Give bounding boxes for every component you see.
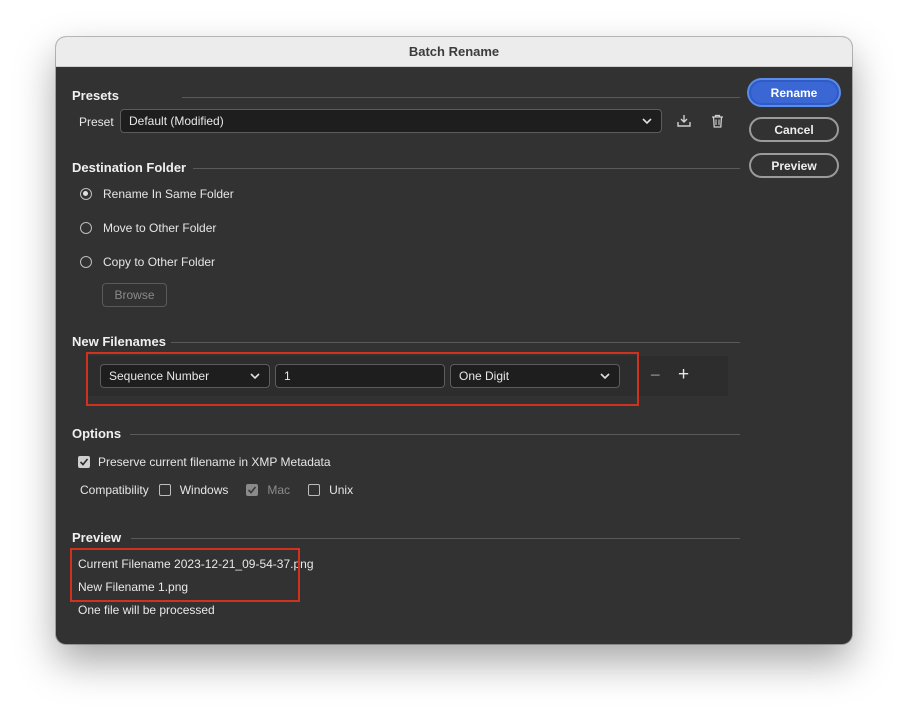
cancel-button[interactable]: Cancel <box>749 117 839 142</box>
destination-section-title: Destination Folder <box>72 160 187 175</box>
preview-divider <box>131 538 740 539</box>
preset-label: Preset <box>79 115 114 129</box>
new-filenames-section-title: New Filenames <box>72 334 166 349</box>
radio-label: Copy to Other Folder <box>103 255 216 269</box>
unix-checkbox[interactable] <box>308 484 321 496</box>
preset-dropdown[interactable]: Default (Modified) <box>120 109 662 133</box>
new-filenames-highlight <box>86 352 639 406</box>
dialog-title: Batch Rename <box>408 44 500 59</box>
windows-label: Windows <box>179 483 229 497</box>
mac-checkbox <box>246 484 259 496</box>
add-rule-button[interactable]: + <box>678 364 689 386</box>
save-preset-icon[interactable] <box>676 114 692 128</box>
checkmark-icon <box>248 486 257 494</box>
preserve-filename-option[interactable]: Preserve current filename in XMP Metadat… <box>78 455 331 469</box>
radio-label: Rename In Same Folder <box>103 187 234 201</box>
windows-checkbox[interactable] <box>158 484 171 496</box>
preset-value: Default (Modified) <box>129 114 224 128</box>
preview-highlight <box>70 548 300 602</box>
new-filenames-divider <box>171 342 740 343</box>
chevron-down-icon <box>642 118 652 125</box>
radio-selected-indicator[interactable] <box>80 188 92 200</box>
compatibility-row: Compatibility Windows Mac Unix <box>80 483 353 497</box>
radio-move-other-folder[interactable]: Move to Other Folder <box>80 221 216 235</box>
preview-button[interactable]: Preview <box>749 153 839 178</box>
trash-icon[interactable] <box>711 114 724 128</box>
radio-indicator[interactable] <box>80 256 92 268</box>
radio-rename-same-folder[interactable]: Rename In Same Folder <box>80 187 234 201</box>
preserve-filename-checkbox[interactable] <box>78 456 90 468</box>
checkmark-icon <box>79 458 89 466</box>
radio-label: Move to Other Folder <box>103 221 217 235</box>
radio-copy-other-folder[interactable]: Copy to Other Folder <box>80 255 215 269</box>
options-section-title: Options <box>72 426 122 441</box>
browse-button[interactable]: Browse <box>102 283 167 307</box>
presets-divider <box>182 97 740 98</box>
mac-label: Mac <box>267 483 291 497</box>
unix-label: Unix <box>329 483 354 497</box>
compatibility-label: Compatibility <box>80 483 149 497</box>
radio-indicator[interactable] <box>80 222 92 234</box>
presets-section-title: Presets <box>72 88 119 103</box>
rename-button[interactable]: Rename <box>749 80 839 105</box>
preview-section-title: Preview <box>72 530 122 545</box>
destination-divider <box>193 168 740 169</box>
files-processed-summary: One file will be processed <box>78 603 215 617</box>
batch-rename-dialog: Batch Rename Rename Cancel Preview Prese… <box>56 37 852 644</box>
remove-rule-button[interactable]: − <box>650 365 661 386</box>
options-divider <box>130 434 740 435</box>
title-bar[interactable]: Batch Rename <box>56 37 852 67</box>
preserve-filename-label: Preserve current filename in XMP Metadat… <box>98 455 331 469</box>
